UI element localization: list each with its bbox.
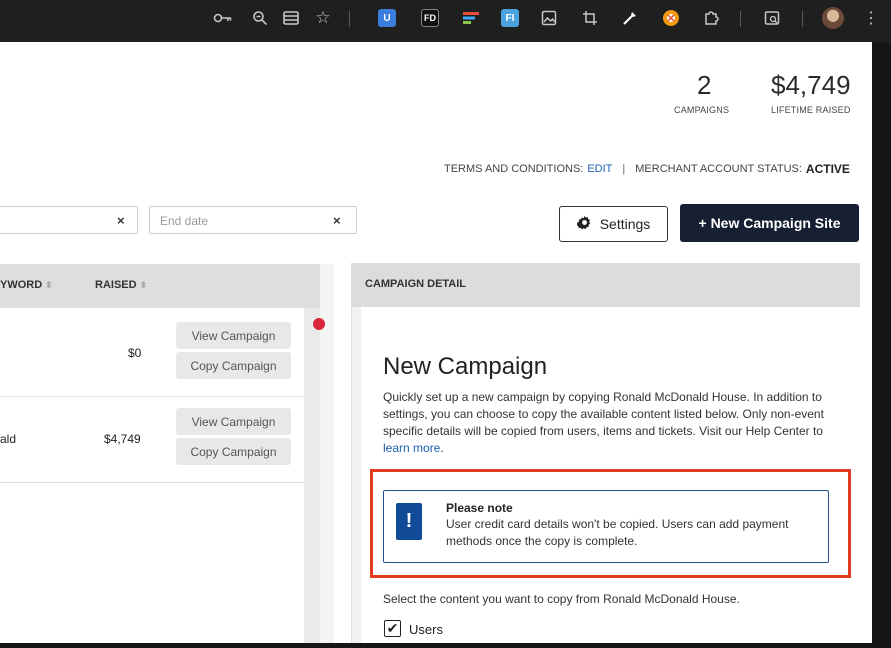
extensions-puzzle-icon[interactable] (703, 8, 719, 28)
sort-icon: ⬍ (45, 280, 53, 290)
campaigns-count: 2 (697, 70, 712, 100)
row-1-view-campaign-button[interactable]: View Campaign (176, 322, 291, 349)
lifetime-raised-label: LIFETIME RAISED (771, 105, 851, 115)
status-separator: | (622, 163, 626, 175)
row-2-copy-campaign-button[interactable]: Copy Campaign (176, 438, 291, 465)
end-date-clear-button[interactable]: × (333, 213, 341, 228)
merchant-status-value: ACTIVE (805, 162, 850, 176)
learn-more-link[interactable]: learn more (383, 441, 440, 455)
new-campaign-site-button[interactable]: + New Campaign Site (680, 204, 859, 242)
row-2-keyword: ald (0, 432, 17, 446)
merchant-status-label: MERCHANT ACCOUNT STATUS: (635, 163, 802, 175)
settings-button[interactable]: Settings (559, 206, 668, 242)
zoom-icon[interactable] (250, 8, 270, 28)
toolbar-divider (349, 11, 350, 27)
checkmark-icon: ✔ (386, 620, 399, 636)
alert-body: User credit card details won't be copied… (446, 517, 789, 548)
profile-avatar-icon[interactable] (822, 7, 844, 29)
column-header-keyword-label: YWORD (0, 279, 43, 291)
ext-fi-label: FI (501, 9, 519, 27)
copy-content-prompt: Select the content you want to copy from… (383, 592, 740, 606)
ext-orange-icon[interactable] (662, 8, 680, 28)
start-date-clear-button[interactable]: × (117, 213, 125, 228)
alert-exclamation-icon: ! (396, 503, 422, 540)
description-suffix: . (440, 441, 444, 455)
account-status-line: TERMS AND CONDITIONS: EDIT | MERCHANT AC… (444, 162, 850, 176)
campaign-detail-header: CAMPAIGN DETAIL (351, 263, 860, 307)
end-date-placeholder: End date (160, 214, 209, 228)
ext-fd-icon[interactable]: FD (421, 8, 439, 28)
lifetime-raised-value: $4,749 (771, 70, 851, 100)
ext-u-label: U (378, 9, 396, 27)
key-icon[interactable] (212, 8, 234, 28)
start-date-input[interactable]: × (0, 206, 138, 234)
users-checkbox-label[interactable]: Users (409, 622, 443, 637)
settings-button-label: Settings (599, 216, 651, 232)
toolbar-divider-3 (802, 11, 803, 27)
reader-mode-icon[interactable] (281, 8, 301, 28)
bookmark-star-icon[interactable]: ☆ (313, 8, 333, 28)
row-1-copy-campaign-button[interactable]: Copy Campaign (176, 352, 291, 379)
tab-search-icon[interactable] (764, 8, 780, 28)
column-header-raised-label: RAISED (95, 279, 137, 291)
ext-picker-icon[interactable] (622, 8, 638, 28)
ext-image-icon[interactable] (541, 8, 557, 28)
sort-icon: ⬍ (139, 280, 148, 290)
ext-colorful-icon[interactable] (462, 8, 480, 28)
browser-toolbar: ☆ U FD FI ⋮ (0, 0, 891, 42)
window-frame-right (872, 42, 891, 648)
campaigns-label: CAMPAIGNS (674, 105, 730, 115)
column-header-keyword[interactable]: YWORD ⬍ (0, 279, 53, 291)
row-2-raised: $4,749 (104, 432, 141, 446)
end-date-input[interactable]: End date × (149, 206, 357, 234)
alert-title: Please note (446, 501, 513, 515)
new-campaign-description: Quickly set up a new campaign by copying… (383, 389, 828, 457)
table-gutter (304, 308, 320, 648)
campaign-table-header: YWORD ⬍ RAISED ⬍ (0, 264, 320, 308)
column-header-raised[interactable]: RAISED ⬍ (95, 279, 147, 291)
ext-u-icon[interactable]: U (378, 8, 396, 28)
terms-edit-link[interactable]: EDIT (587, 163, 612, 175)
please-note-alert: ! Please note User credit card details w… (383, 490, 829, 563)
gear-icon (576, 215, 592, 233)
ext-fd-label: FD (421, 9, 439, 27)
row-1-raised: $0 (128, 346, 142, 360)
ext-fi-icon[interactable]: FI (501, 8, 519, 28)
window-frame-bottom (0, 643, 891, 648)
new-campaign-heading: New Campaign (383, 353, 548, 380)
terms-label: TERMS AND CONDITIONS: (444, 163, 584, 175)
selection-indicator-dot (313, 318, 325, 330)
users-checkbox[interactable]: ✔ (384, 620, 401, 637)
menu-icon[interactable]: ⋮ (863, 8, 879, 28)
description-text: Quickly set up a new campaign by copying… (383, 390, 824, 438)
row-divider (0, 396, 304, 397)
toolbar-divider-2 (740, 11, 741, 27)
campaign-detail-title: CAMPAIGN DETAIL (365, 278, 467, 290)
row-2-view-campaign-button[interactable]: View Campaign (176, 408, 291, 435)
ext-crop-icon[interactable] (582, 8, 598, 28)
